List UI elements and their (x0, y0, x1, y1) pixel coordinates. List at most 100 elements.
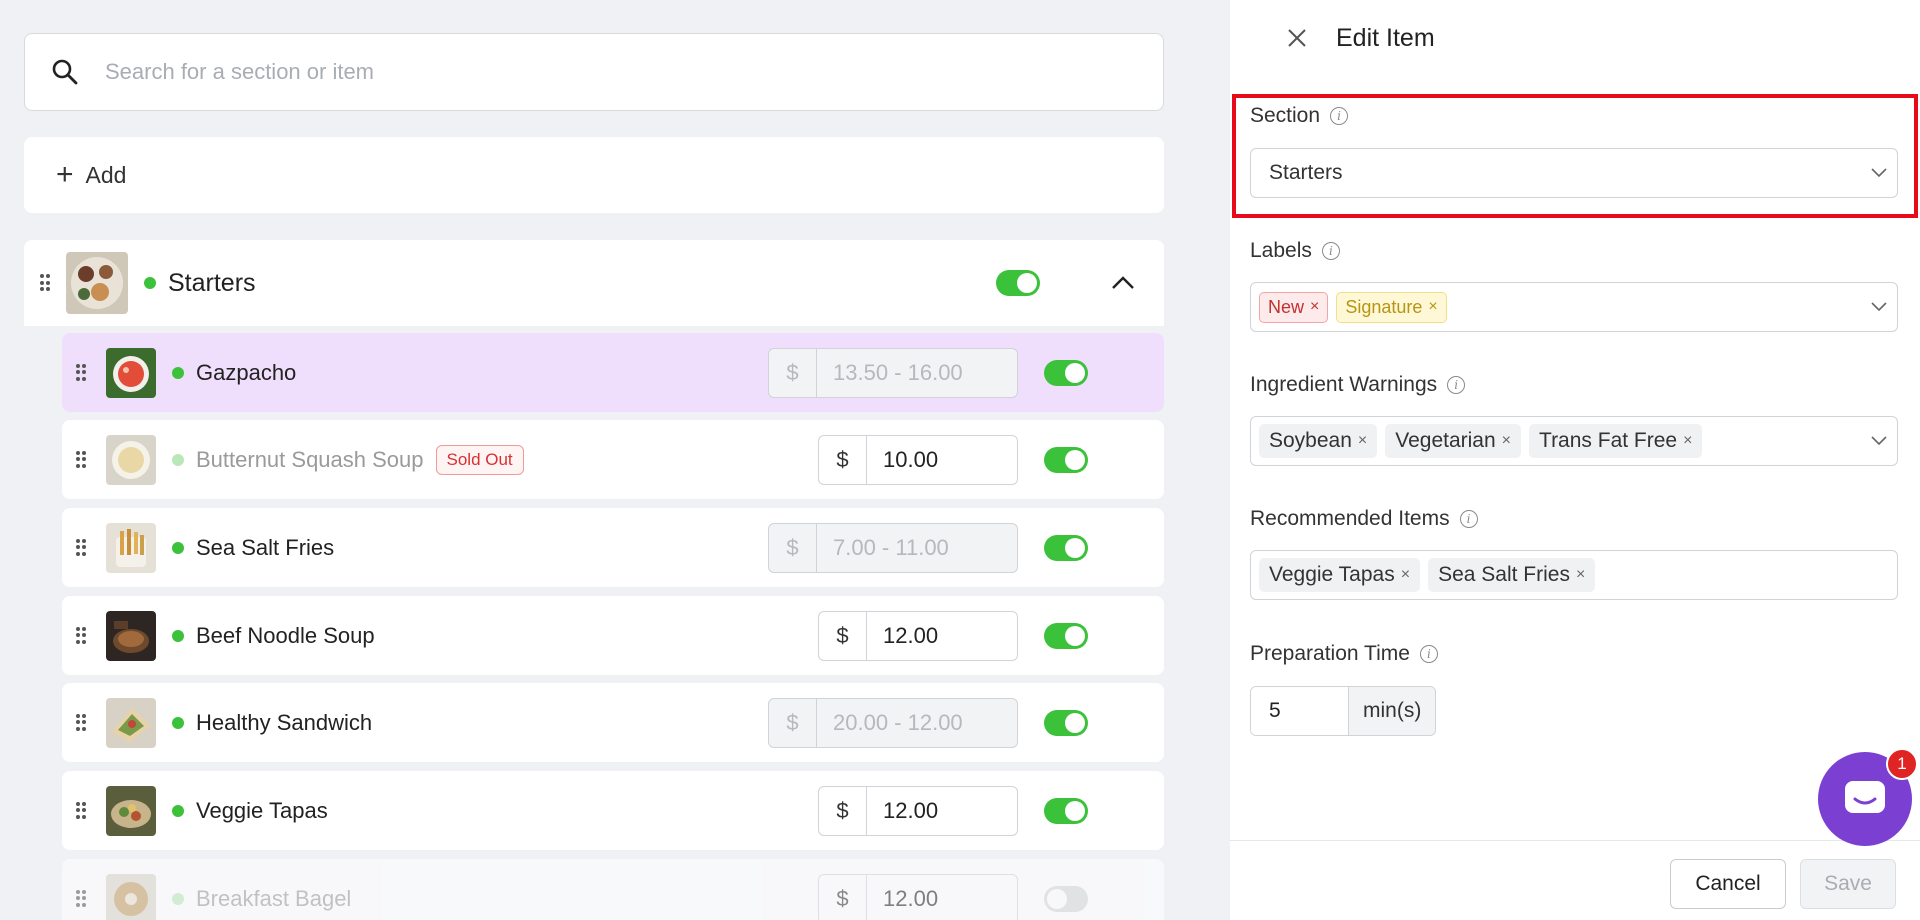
list-item[interactable]: Breakfast Bagel $ 12.00 (62, 859, 1164, 920)
remove-icon[interactable]: × (1428, 298, 1437, 316)
remove-icon[interactable]: × (1310, 298, 1319, 316)
prep-time-input[interactable] (1251, 687, 1349, 735)
tag-text: Soybean (1269, 429, 1352, 452)
status-dot (144, 277, 156, 289)
info-icon[interactable]: i (1447, 376, 1466, 394)
search-bar[interactable] (24, 33, 1164, 111)
recommended-label-text: Recommended Items (1250, 507, 1450, 530)
price-field[interactable]: $ 12.00 (818, 785, 1018, 836)
sold-out-badge: Sold Out (435, 444, 524, 475)
section-select[interactable]: Starters (1250, 148, 1898, 198)
price-value: 13.50 - 16.00 (833, 359, 963, 385)
price-value: 12.00 (883, 885, 939, 911)
drag-handle-icon[interactable] (76, 450, 86, 469)
status-dot (172, 804, 184, 817)
recommended-tag: Veggie Tapas × (1259, 558, 1421, 592)
item-name: Veggie Tapas (196, 797, 328, 823)
price-field[interactable]: $ 12.00 (818, 873, 1018, 920)
list-item[interactable]: Healthy Sandwich $ 20.00 - 12.00 (62, 683, 1164, 762)
recommended-label: Recommended Items i (1250, 507, 1478, 531)
section-label: Section i (1250, 104, 1349, 128)
tag-text: New (1268, 296, 1305, 317)
section-select-value: Starters (1269, 161, 1343, 184)
remove-icon[interactable]: × (1576, 566, 1585, 584)
chevron-down-icon[interactable] (1861, 436, 1897, 446)
item-toggle[interactable] (1044, 446, 1088, 473)
item-toggle[interactable] (1044, 359, 1088, 386)
drag-handle-icon[interactable] (76, 801, 86, 820)
item-name: Beef Noodle Soup (196, 622, 375, 648)
drag-handle-icon[interactable] (40, 274, 50, 292)
chat-icon (1845, 781, 1885, 813)
labels-select[interactable]: New × Signature × (1250, 282, 1898, 332)
warnings-tags: Soybean × Vegetarian × Trans Fat Free × (1259, 424, 1861, 458)
prep-time-field: min(s) (1250, 686, 1437, 736)
chevron-up-icon[interactable] (1108, 268, 1138, 298)
chevron-down-icon[interactable] (1861, 302, 1897, 312)
recommended-tags: Veggie Tapas × Sea Salt Fries × (1259, 558, 1897, 592)
warnings-label: Ingredient Warnings i (1250, 373, 1466, 397)
drag-handle-icon[interactable] (76, 538, 86, 557)
item-toggle[interactable] (1044, 797, 1088, 824)
price-field[interactable]: $ 13.50 - 16.00 (768, 347, 1018, 398)
info-icon[interactable]: i (1459, 510, 1478, 528)
remove-icon[interactable]: × (1401, 566, 1410, 584)
section-toggle[interactable] (996, 270, 1040, 296)
item-toggle[interactable] (1044, 885, 1088, 912)
warning-tag: Trans Fat Free × (1529, 424, 1703, 458)
panel-header: Edit Item (1230, 0, 1920, 76)
drag-handle-icon[interactable] (76, 363, 86, 382)
price-field[interactable]: $ 10.00 (818, 434, 1018, 485)
recommended-select[interactable]: Veggie Tapas × Sea Salt Fries × (1250, 550, 1898, 600)
info-icon[interactable]: i (1419, 645, 1438, 663)
currency-symbol: $ (819, 786, 867, 835)
currency-symbol: $ (819, 611, 867, 660)
drag-handle-icon[interactable] (76, 626, 86, 645)
save-button[interactable]: Save (1800, 859, 1896, 909)
chat-launcher[interactable]: 1 (1818, 748, 1918, 846)
tag-text: Sea Salt Fries (1438, 563, 1570, 586)
item-toggle[interactable] (1044, 534, 1088, 561)
info-icon[interactable]: i (1330, 107, 1349, 125)
info-icon[interactable]: i (1321, 242, 1340, 260)
add-button[interactable]: + Add (24, 137, 1164, 213)
list-item[interactable]: Veggie Tapas $ 12.00 (62, 771, 1164, 850)
item-toggle[interactable] (1044, 622, 1088, 649)
price-value: 7.00 - 11.00 (833, 534, 949, 560)
currency-symbol: $ (769, 698, 817, 747)
cancel-button[interactable]: Cancel (1670, 859, 1786, 909)
drag-handle-icon[interactable] (76, 713, 86, 732)
edit-item-panel: Edit Item Section i Starters Labels i Ne… (1230, 0, 1920, 920)
labels-tags: New × Signature × (1259, 291, 1861, 323)
search-input[interactable] (105, 59, 1163, 85)
remove-icon[interactable]: × (1502, 432, 1511, 450)
section-title: Starters (168, 268, 256, 297)
warnings-select[interactable]: Soybean × Vegetarian × Trans Fat Free × (1250, 416, 1898, 466)
list-item[interactable]: Gazpacho $ 13.50 - 16.00 (62, 333, 1164, 412)
item-name: Breakfast Bagel (196, 885, 352, 911)
status-dot (172, 453, 184, 466)
price-field[interactable]: $ 20.00 - 12.00 (768, 697, 1018, 748)
list-item[interactable]: Sea Salt Fries $ 7.00 - 11.00 (62, 508, 1164, 587)
item-name: Gazpacho (196, 359, 297, 385)
price-field[interactable]: $ 7.00 - 11.00 (768, 522, 1018, 573)
item-thumbnail (106, 610, 156, 661)
menu-editor: + Add Starters Gazpacho $ 13.50 - 16.00 … (0, 0, 1230, 920)
price-field[interactable]: $ 12.00 (818, 610, 1018, 661)
remove-icon[interactable]: × (1683, 432, 1692, 450)
warning-tag: Vegetarian × (1385, 424, 1522, 458)
item-toggle[interactable] (1044, 709, 1088, 736)
prep-time-label: Preparation Time i (1250, 642, 1438, 666)
drag-handle-icon[interactable] (76, 889, 86, 908)
remove-icon[interactable]: × (1358, 432, 1367, 450)
close-icon[interactable] (1272, 13, 1322, 63)
list-item[interactable]: Butternut Squash Soup Sold Out $ 10.00 (62, 420, 1164, 499)
prep-time-label-text: Preparation Time (1250, 642, 1410, 665)
price-value: 20.00 - 12.00 (833, 709, 963, 735)
labels-label: Labels i (1250, 239, 1340, 263)
item-name: Sea Salt Fries (196, 534, 335, 560)
list-item[interactable]: Beef Noodle Soup $ 12.00 (62, 596, 1164, 675)
chevron-down-icon[interactable] (1861, 168, 1897, 178)
section-thumbnail (66, 252, 128, 314)
plus-icon: + (56, 158, 74, 191)
